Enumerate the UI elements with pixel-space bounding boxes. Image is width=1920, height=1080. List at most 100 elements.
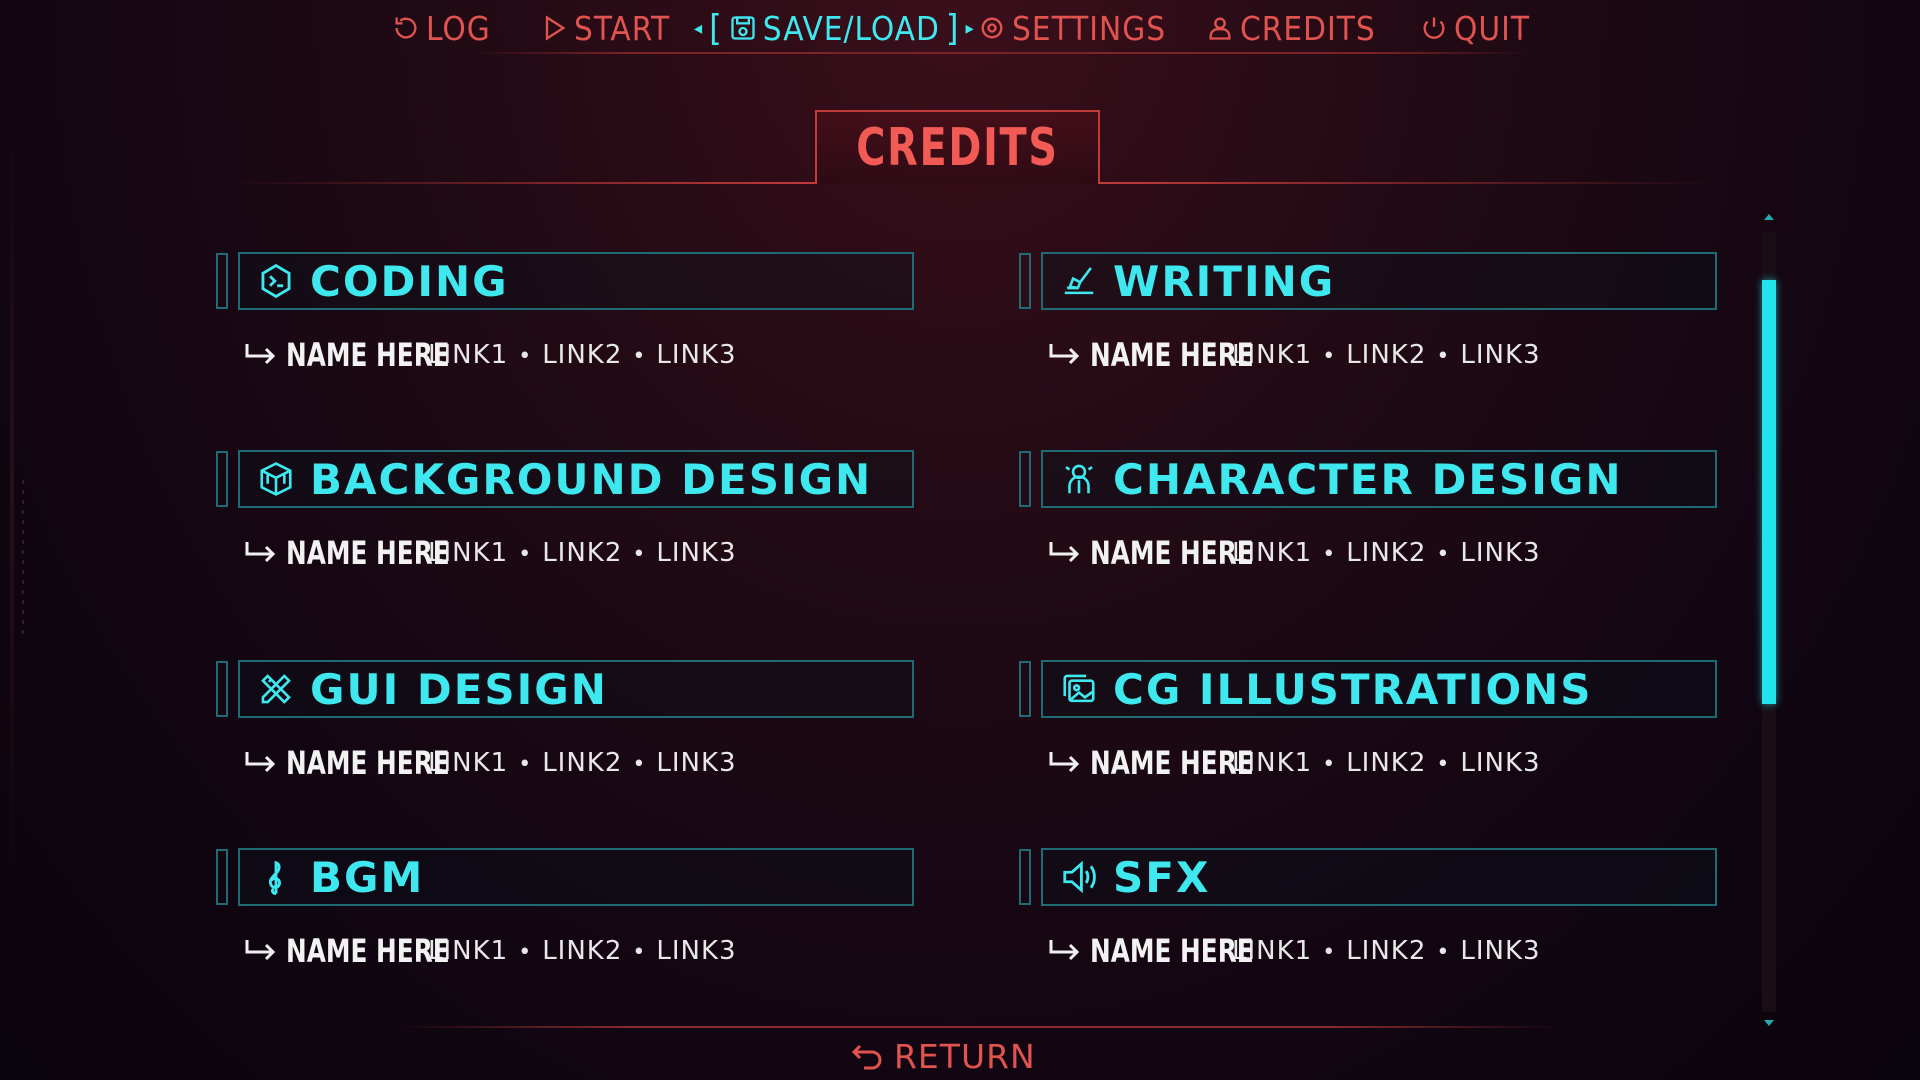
credit-link-2[interactable]: LINK2 xyxy=(1346,936,1426,966)
section-side-bar xyxy=(1019,661,1031,717)
return-arrow-icon xyxy=(851,1044,882,1070)
link-separator: • xyxy=(518,940,533,965)
credit-name: NAME HERE xyxy=(1090,336,1254,374)
credit-link-2[interactable]: LINK2 xyxy=(1346,340,1426,370)
writing-hand-icon xyxy=(1059,261,1099,301)
credit-name: NAME HERE xyxy=(1090,932,1254,970)
scrollbar-thumb[interactable] xyxy=(1762,280,1776,704)
link-separator: • xyxy=(518,344,533,369)
credit-link-2[interactable]: LINK2 xyxy=(542,340,622,370)
link-separator: • xyxy=(1322,344,1337,369)
power-icon xyxy=(1423,17,1445,39)
credit-link-2[interactable]: LINK2 xyxy=(542,936,622,966)
nav-credits[interactable]: CREDITS xyxy=(1206,6,1376,50)
scroll-up-arrow-icon[interactable] xyxy=(1762,210,1776,224)
nav-start[interactable]: START xyxy=(540,6,670,50)
link-separator: • xyxy=(1436,752,1451,777)
credit-links: LINK1 • LINK2 • LINK3 xyxy=(428,748,737,778)
return-button[interactable]: RETURN xyxy=(850,1034,1036,1078)
log-icon xyxy=(395,17,417,39)
section-side-bar xyxy=(216,253,228,309)
treble-clef-icon xyxy=(256,857,296,897)
credit-entry: NAME HERE LINK1 • LINK2 • LINK3 xyxy=(1048,335,1541,375)
credit-link-3[interactable]: LINK3 xyxy=(1460,748,1540,778)
credit-link-2[interactable]: LINK2 xyxy=(542,538,622,568)
credit-link-3[interactable]: LINK3 xyxy=(1460,538,1540,568)
credit-link-3[interactable]: LINK3 xyxy=(1460,936,1540,966)
section-title: BGM xyxy=(310,852,425,902)
pencil-ruler-icon xyxy=(256,669,296,709)
credit-name: NAME HERE xyxy=(1090,744,1254,782)
credit-links: LINK1 • LINK2 • LINK3 xyxy=(428,936,737,966)
credit-links: LINK1 • LINK2 • LINK3 xyxy=(428,538,737,568)
credit-entry: NAME HERE LINK1 • LINK2 • LINK3 xyxy=(1048,533,1541,573)
section-title: CODING xyxy=(310,256,509,306)
sub-arrow-icon xyxy=(245,344,276,365)
nav-quit[interactable]: QUIT xyxy=(1420,6,1530,50)
credit-link-3[interactable]: LINK3 xyxy=(656,748,736,778)
link-separator: • xyxy=(632,344,647,369)
credit-link-3[interactable]: LINK3 xyxy=(656,538,736,568)
bottom-divider xyxy=(400,1026,1560,1028)
nav-save-load[interactable]: ◂ [ SAVE/LOAD ] ▸ xyxy=(694,6,975,50)
link-separator: • xyxy=(1436,542,1451,567)
credit-name: NAME HERE xyxy=(286,534,450,572)
credit-link-2[interactable]: LINK2 xyxy=(1346,748,1426,778)
heading-line-left xyxy=(230,182,815,184)
link-separator: • xyxy=(518,752,533,777)
section-header: CHARACTER DESIGN xyxy=(1041,450,1717,508)
sub-arrow-icon xyxy=(245,542,276,563)
section-side-bar xyxy=(1019,451,1031,507)
nav-bracket-left: [ xyxy=(709,7,723,49)
nav-quit-label: QUIT xyxy=(1454,8,1530,48)
credit-links: LINK1 • LINK2 • LINK3 xyxy=(1232,340,1541,370)
link-separator: • xyxy=(1436,940,1451,965)
play-icon xyxy=(545,15,566,41)
nav-settings[interactable]: SETTINGS xyxy=(978,6,1166,50)
credit-links: LINK1 • LINK2 • LINK3 xyxy=(1232,538,1541,568)
credit-links: LINK1 • LINK2 • LINK3 xyxy=(1232,748,1541,778)
nav-settings-label: SETTINGS xyxy=(1012,8,1167,48)
code-hexagon-icon xyxy=(256,261,296,301)
section-header: BACKGROUND DESIGN xyxy=(238,450,914,508)
scroll-down-arrow-icon[interactable] xyxy=(1762,1016,1776,1030)
sub-arrow-icon xyxy=(1049,344,1080,365)
credit-link-2[interactable]: LINK2 xyxy=(1346,538,1426,568)
nav-active-dot-right: ▸ xyxy=(965,17,975,39)
credit-link-3[interactable]: LINK3 xyxy=(656,340,736,370)
nav-active-dot-left: ◂ xyxy=(694,17,704,39)
credit-link-3[interactable]: LINK3 xyxy=(1460,340,1540,370)
return-label: RETURN xyxy=(894,1036,1036,1076)
section-side-bar xyxy=(1019,253,1031,309)
nav-log[interactable]: LOG xyxy=(392,6,491,50)
section-side-bar xyxy=(216,661,228,717)
section-header: GUI DESIGN xyxy=(238,660,914,718)
section-header: CODING xyxy=(238,252,914,310)
link-separator: • xyxy=(632,940,647,965)
nav-start-label: START xyxy=(574,8,671,48)
sub-arrow-icon xyxy=(245,940,276,961)
sub-arrow-icon xyxy=(1049,940,1080,961)
credit-links: LINK1 • LINK2 • LINK3 xyxy=(1232,936,1541,966)
nav-save-load-label: SAVE/LOAD xyxy=(762,8,940,48)
credit-link-3[interactable]: LINK3 xyxy=(656,936,736,966)
link-separator: • xyxy=(1322,752,1337,777)
save-icon xyxy=(731,16,755,40)
link-separator: • xyxy=(1322,940,1337,965)
user-icon xyxy=(1209,17,1231,40)
credit-link-2[interactable]: LINK2 xyxy=(542,748,622,778)
sub-arrow-icon xyxy=(245,752,276,773)
link-separator: • xyxy=(632,542,647,567)
edge-decoration xyxy=(10,110,14,870)
nav-bracket-right: ] xyxy=(945,7,960,49)
section-header: SFX xyxy=(1041,848,1717,906)
credit-entry: NAME HERE LINK1 • LINK2 • LINK3 xyxy=(1048,931,1541,971)
cube-icon xyxy=(256,459,296,499)
credit-name: NAME HERE xyxy=(286,932,450,970)
nav-underline xyxy=(470,52,1530,54)
link-separator: • xyxy=(1322,542,1337,567)
credit-entry: NAME HERE LINK1 • LINK2 • LINK3 xyxy=(244,743,737,783)
section-title: CHARACTER DESIGN xyxy=(1113,454,1623,504)
link-separator: • xyxy=(1436,344,1451,369)
link-separator: • xyxy=(632,752,647,777)
